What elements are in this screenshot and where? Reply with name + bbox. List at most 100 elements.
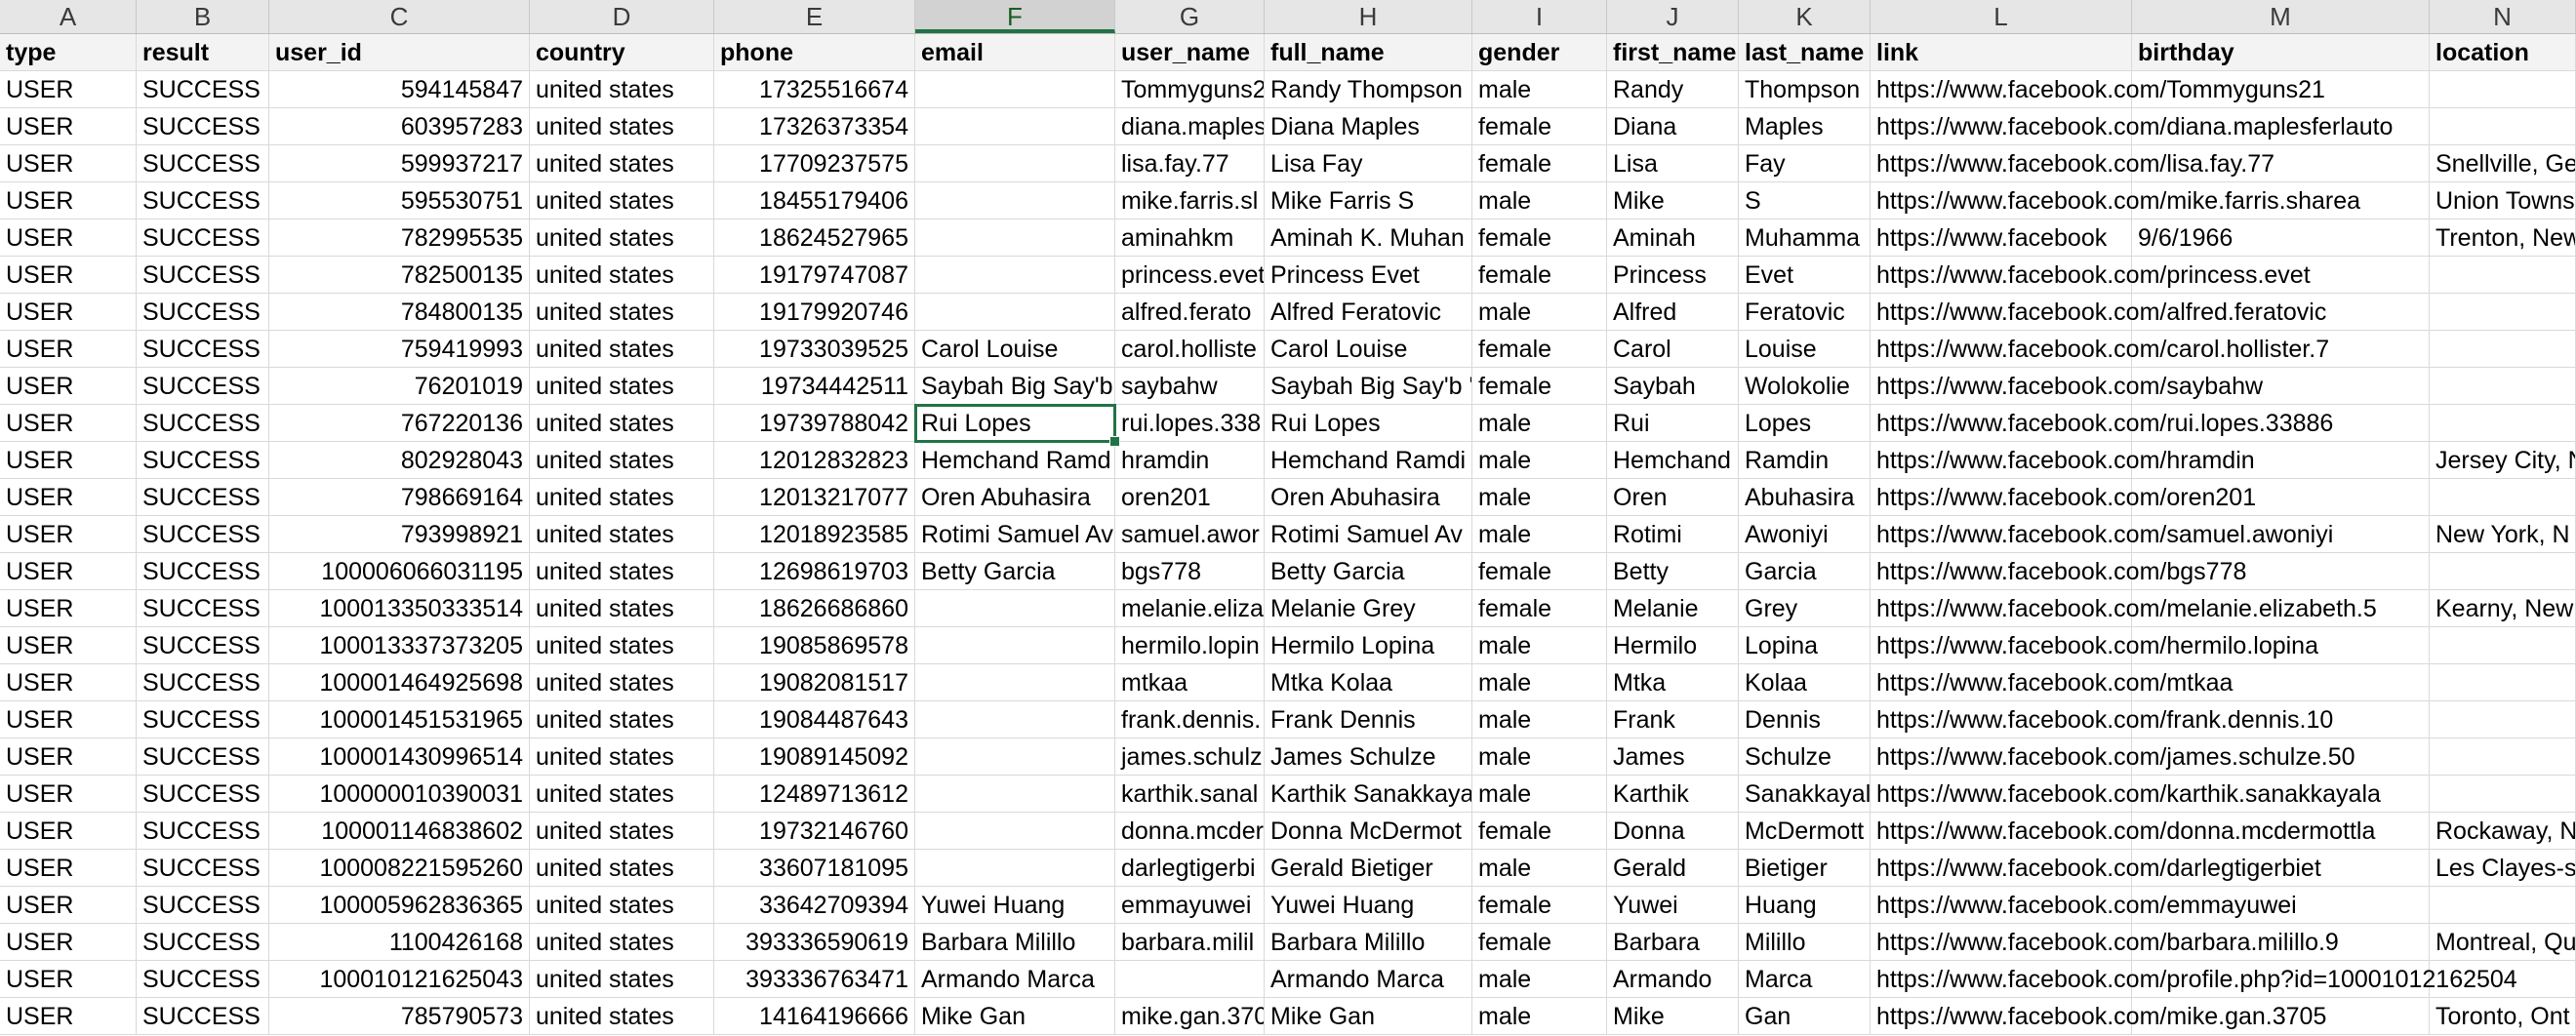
- cell-d[interactable]: united states: [530, 924, 714, 961]
- cell-k[interactable]: Lopina: [1739, 627, 1871, 664]
- cell-k[interactable]: Marca: [1739, 961, 1871, 998]
- cell-h[interactable]: Yuwei Huang: [1265, 887, 1472, 924]
- cell-e[interactable]: 19089145092: [714, 738, 915, 776]
- cell-g[interactable]: oren201: [1115, 479, 1265, 516]
- cell-l[interactable]: https://www.facebook.com/lisa.fay.77: [1871, 145, 2274, 182]
- cell-d[interactable]: united states: [530, 182, 714, 219]
- header-cell-type[interactable]: type: [0, 34, 137, 71]
- cell-f[interactable]: [915, 108, 1115, 145]
- cell-j[interactable]: Karthik: [1607, 776, 1739, 813]
- cell-d[interactable]: united states: [530, 627, 714, 664]
- cell-j[interactable]: Gerald: [1607, 850, 1739, 887]
- cell-d[interactable]: united states: [530, 887, 714, 924]
- cell-j[interactable]: Randy: [1607, 71, 1739, 108]
- cell-g[interactable]: saybahw: [1115, 368, 1265, 405]
- cell-n[interactable]: [2430, 701, 2576, 738]
- cell-f[interactable]: Rotimi Samuel Av: [915, 516, 1115, 553]
- cell-j[interactable]: Rotimi: [1607, 516, 1739, 553]
- cell-d[interactable]: united states: [530, 479, 714, 516]
- cell-n[interactable]: Toronto, Ont: [2430, 998, 2576, 1035]
- header-cell-country[interactable]: country: [530, 34, 714, 71]
- cell-a[interactable]: USER: [0, 108, 137, 145]
- cell-i[interactable]: female: [1472, 590, 1607, 627]
- cell-b[interactable]: SUCCESS: [137, 738, 269, 776]
- cell-g[interactable]: donna.mcder: [1115, 813, 1265, 850]
- cell-k[interactable]: Lopes: [1739, 405, 1871, 442]
- cell-i[interactable]: male: [1472, 961, 1607, 998]
- cell-b[interactable]: SUCCESS: [137, 182, 269, 219]
- cell-a[interactable]: USER: [0, 405, 137, 442]
- cell-h[interactable]: Mike Gan: [1265, 998, 1472, 1035]
- cell-h[interactable]: Rui Lopes: [1265, 405, 1472, 442]
- cell-i[interactable]: female: [1472, 368, 1607, 405]
- cell-k[interactable]: S: [1739, 182, 1871, 219]
- header-cell-email[interactable]: email: [915, 34, 1115, 71]
- cell-d[interactable]: united states: [530, 71, 714, 108]
- column-header-m[interactable]: M: [2132, 0, 2430, 33]
- cell-b[interactable]: SUCCESS: [137, 924, 269, 961]
- header-cell-first-name[interactable]: first_name: [1607, 34, 1739, 71]
- cell-j[interactable]: Carol: [1607, 331, 1739, 368]
- cell-k[interactable]: Milillo: [1739, 924, 1871, 961]
- cell-f[interactable]: [915, 590, 1115, 627]
- cell-n[interactable]: [2430, 71, 2576, 108]
- cell-h[interactable]: Donna McDermot: [1265, 813, 1472, 850]
- cell-b[interactable]: SUCCESS: [137, 294, 269, 331]
- cell-e[interactable]: 19085869578: [714, 627, 915, 664]
- column-header-i[interactable]: I: [1472, 0, 1607, 33]
- cell-a[interactable]: USER: [0, 516, 137, 553]
- cell-n[interactable]: Les Clayes-so: [2430, 850, 2576, 887]
- cell-f[interactable]: Armando Marca: [915, 961, 1115, 998]
- cell-h[interactable]: Diana Maples: [1265, 108, 1472, 145]
- header-cell-gender[interactable]: gender: [1472, 34, 1607, 71]
- cell-n[interactable]: New York, N: [2430, 516, 2576, 553]
- cell-i[interactable]: female: [1472, 887, 1607, 924]
- cell-f[interactable]: [915, 850, 1115, 887]
- cell-i[interactable]: female: [1472, 924, 1607, 961]
- cell-f[interactable]: [915, 219, 1115, 257]
- cell-h[interactable]: Hemchand Ramdi: [1265, 442, 1472, 479]
- cell-h[interactable]: Aminah K. Muhan: [1265, 219, 1472, 257]
- cell-h[interactable]: Alfred Feratovic: [1265, 294, 1472, 331]
- cell-d[interactable]: united states: [530, 553, 714, 590]
- cell-g[interactable]: mike.gan.370: [1115, 998, 1265, 1035]
- cell-d[interactable]: united states: [530, 331, 714, 368]
- cell-j[interactable]: Mike: [1607, 998, 1739, 1035]
- column-header-j[interactable]: J: [1607, 0, 1739, 33]
- cell-g[interactable]: karthik.sanal: [1115, 776, 1265, 813]
- header-cell-link[interactable]: link: [1871, 34, 2132, 71]
- cell-g[interactable]: mike.farris.sl: [1115, 182, 1265, 219]
- cell-a[interactable]: USER: [0, 887, 137, 924]
- cell-c[interactable]: 798669164: [269, 479, 530, 516]
- cell-i[interactable]: female: [1472, 331, 1607, 368]
- cell-g[interactable]: mtkaa: [1115, 664, 1265, 701]
- cell-j[interactable]: Donna: [1607, 813, 1739, 850]
- cell-a[interactable]: USER: [0, 442, 137, 479]
- cell-l[interactable]: https://www.facebook.com/donna.mcdermott…: [1871, 813, 2375, 850]
- cell-j[interactable]: Lisa: [1607, 145, 1739, 182]
- cell-a[interactable]: USER: [0, 294, 137, 331]
- cell-n[interactable]: [2430, 331, 2576, 368]
- cell-d[interactable]: united states: [530, 998, 714, 1035]
- cell-c[interactable]: 603957283: [269, 108, 530, 145]
- cell-f[interactable]: [915, 738, 1115, 776]
- header-cell-full-name[interactable]: full_name: [1265, 34, 1472, 71]
- cell-g[interactable]: lisa.fay.77: [1115, 145, 1265, 182]
- cell-c[interactable]: 76201019: [269, 368, 530, 405]
- cell-e[interactable]: 19084487643: [714, 701, 915, 738]
- cell-j[interactable]: Barbara: [1607, 924, 1739, 961]
- cell-j[interactable]: James: [1607, 738, 1739, 776]
- cell-e[interactable]: 19179920746: [714, 294, 915, 331]
- cell-k[interactable]: Louise: [1739, 331, 1871, 368]
- cell-g[interactable]: alfred.ferato: [1115, 294, 1265, 331]
- cell-b[interactable]: SUCCESS: [137, 108, 269, 145]
- cell-a[interactable]: USER: [0, 738, 137, 776]
- cell-d[interactable]: united states: [530, 961, 714, 998]
- cell-a[interactable]: USER: [0, 701, 137, 738]
- cell-b[interactable]: SUCCESS: [137, 627, 269, 664]
- cell-n[interactable]: Kearny, New: [2430, 590, 2576, 627]
- cell-c[interactable]: 595530751: [269, 182, 530, 219]
- cell-b[interactable]: SUCCESS: [137, 442, 269, 479]
- cell-j[interactable]: Mike: [1607, 182, 1739, 219]
- cell-c[interactable]: 100010121625043: [269, 961, 530, 998]
